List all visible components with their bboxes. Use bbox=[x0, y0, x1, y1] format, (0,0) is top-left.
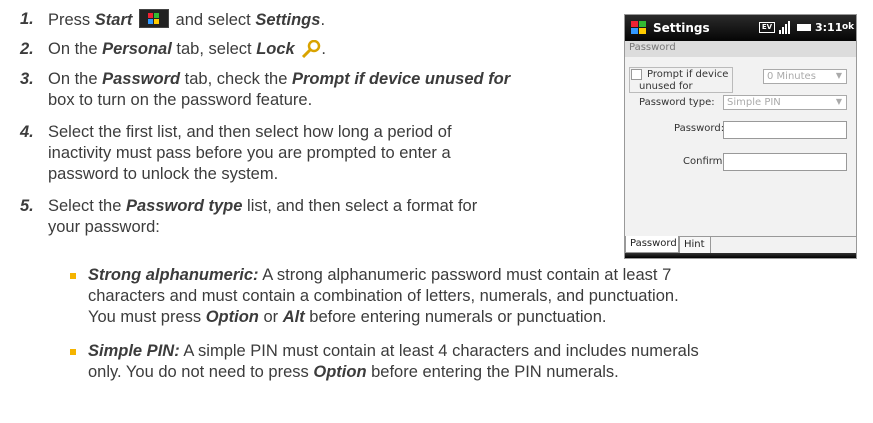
section-title: Password bbox=[629, 42, 676, 53]
bullet-text: Strong alphanumeric: A strong alphanumer… bbox=[88, 265, 858, 328]
step-number: 1. bbox=[20, 10, 34, 28]
step-2: 2. On the Personal tab, select Lock . bbox=[20, 39, 600, 61]
password-input[interactable] bbox=[723, 121, 847, 139]
section-header: Password bbox=[625, 41, 856, 57]
chevron-down-icon: ▼ bbox=[835, 97, 842, 106]
text: . bbox=[320, 11, 326, 29]
ev-icon: EV bbox=[759, 22, 775, 33]
lock-key-icon bbox=[301, 39, 321, 64]
app-title: Settings bbox=[653, 21, 710, 35]
text: Press bbox=[48, 11, 95, 29]
text: or bbox=[258, 308, 283, 326]
text: inactivity must pass before you are prom… bbox=[48, 144, 451, 162]
tab-password[interactable]: Password bbox=[625, 236, 679, 253]
step-4: 4. Select the first list, and then selec… bbox=[20, 122, 600, 188]
battery-icon bbox=[797, 24, 811, 31]
text: characters and must contain a combinatio… bbox=[88, 287, 679, 305]
signal-icon bbox=[779, 21, 793, 37]
ok-button[interactable]: ok bbox=[842, 22, 854, 32]
text: On the bbox=[48, 40, 103, 58]
minutes-value: 0 Minutes bbox=[767, 71, 816, 82]
text: before entering numerals or punctuation. bbox=[304, 308, 607, 326]
step-3: 3. On the Password tab, check the Prompt… bbox=[20, 69, 620, 113]
password-type-value: Simple PIN bbox=[727, 97, 781, 108]
bullet-term: Simple PIN: bbox=[88, 342, 180, 360]
tab-hint-label: Hint bbox=[684, 239, 705, 250]
option-term: Option bbox=[205, 308, 259, 326]
text: your password: bbox=[48, 218, 160, 236]
step-text: On the Personal tab, select Lock . bbox=[48, 39, 326, 64]
tab-hint[interactable]: Hint bbox=[679, 237, 711, 254]
step-5: 5. Select the Password type list, and th… bbox=[20, 196, 620, 240]
minutes-dropdown[interactable]: 0 Minutes ▼ bbox=[763, 69, 847, 84]
lock-term: Lock bbox=[256, 40, 295, 58]
step-number: 5. bbox=[20, 197, 34, 215]
start-flag-icon[interactable] bbox=[631, 21, 647, 38]
title-bar: Settings EV 3:11 ok bbox=[625, 15, 856, 41]
settings-term: Settings bbox=[255, 11, 321, 29]
confirm-label: Confirm: bbox=[683, 156, 726, 167]
text: Select the bbox=[48, 197, 126, 215]
bullet-marker bbox=[70, 349, 76, 355]
password-type-label: Password type: bbox=[639, 97, 715, 108]
bullet-marker bbox=[70, 273, 76, 279]
text: tab, select bbox=[171, 40, 257, 58]
personal-term: Personal bbox=[102, 40, 172, 58]
bullet-text: Simple PIN: A simple PIN must contain at… bbox=[88, 341, 868, 383]
bullet-simple-pin: Simple PIN: A simple PIN must contain at… bbox=[88, 341, 868, 385]
text: only. You do not need to press bbox=[88, 363, 314, 381]
step-number: 4. bbox=[20, 123, 34, 141]
text: On the bbox=[48, 70, 103, 88]
windows-start-icon bbox=[138, 9, 169, 28]
alt-term: Alt bbox=[282, 308, 305, 326]
soft-key-bar bbox=[625, 253, 856, 258]
step-text: Select the Password type list, and then … bbox=[48, 196, 618, 238]
text: before entering the PIN numerals. bbox=[366, 363, 619, 381]
text: box to turn on the password feature. bbox=[48, 91, 313, 109]
step-text: Select the first list, and then select h… bbox=[48, 122, 608, 185]
step-number: 2. bbox=[20, 40, 34, 58]
password-type-term: Password type bbox=[125, 197, 243, 215]
text: tab, check the bbox=[180, 70, 292, 88]
text: A simple PIN must contain at least 4 cha… bbox=[179, 342, 699, 360]
bullet-term: Strong alphanumeric: bbox=[88, 266, 259, 284]
password-tab-term: Password bbox=[102, 70, 181, 88]
text: and select bbox=[170, 11, 256, 29]
text: password to unlock the system. bbox=[48, 165, 279, 183]
confirm-input[interactable] bbox=[723, 153, 847, 171]
start-term: Start bbox=[94, 11, 133, 29]
step-number: 3. bbox=[20, 70, 34, 88]
text: You must press bbox=[88, 308, 206, 326]
step-1: 1. Press Start and select Settings. bbox=[20, 9, 600, 31]
prompt-label-line1: Prompt if device bbox=[647, 69, 729, 80]
step-text: Press Start and select Settings. bbox=[48, 9, 325, 31]
text: Select the first list, and then select h… bbox=[48, 123, 452, 141]
phone-screen: Settings EV 3:11 ok Password Prompt if d… bbox=[624, 14, 857, 259]
prompt-label-line2: unused for bbox=[639, 81, 693, 92]
text: A strong alphanumeric password must cont… bbox=[258, 266, 672, 284]
tab-password-label: Password bbox=[630, 238, 677, 249]
prompt-term: Prompt if device unused for bbox=[291, 70, 511, 88]
text: list, and then select a format for bbox=[242, 197, 478, 215]
clock-time: 3:11 bbox=[815, 21, 843, 34]
password-type-dropdown[interactable]: Simple PIN ▼ bbox=[723, 95, 847, 110]
chevron-down-icon: ▼ bbox=[835, 71, 842, 80]
bullet-strong-alphanumeric: Strong alphanumeric: A strong alphanumer… bbox=[88, 265, 858, 331]
step-text: On the Password tab, check the Prompt if… bbox=[48, 69, 623, 111]
text: . bbox=[321, 40, 326, 58]
password-label: Password: bbox=[674, 123, 725, 134]
option-term: Option bbox=[313, 363, 367, 381]
